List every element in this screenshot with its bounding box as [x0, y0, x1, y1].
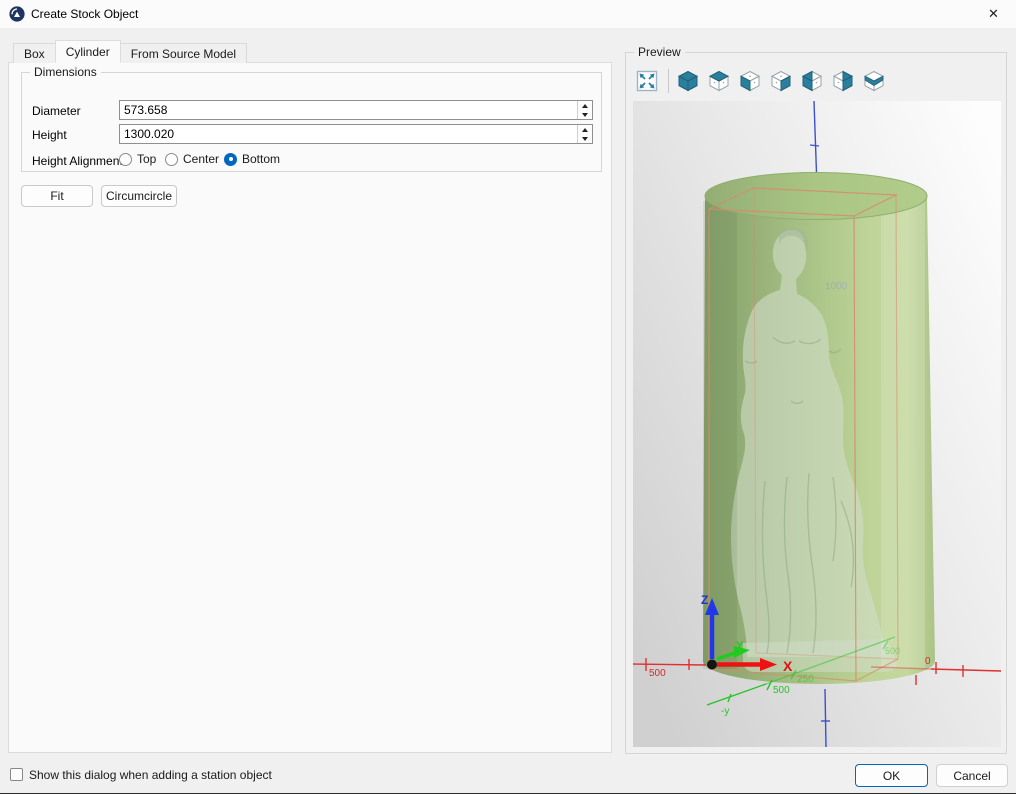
ok-button[interactable]: OK	[855, 764, 928, 787]
down-arrow-icon	[582, 113, 588, 117]
up-arrow-icon	[582, 128, 588, 132]
height-spin-up[interactable]	[578, 125, 592, 134]
app-logo-icon	[9, 6, 25, 22]
alignment-option-center[interactable]: Center	[165, 152, 219, 166]
view-right-icon	[769, 69, 793, 93]
diameter-spin-up[interactable]	[578, 101, 592, 110]
preview-legend: Preview	[634, 45, 685, 59]
height-label: Height	[32, 128, 67, 142]
view-front-icon	[738, 69, 762, 93]
window-title: Create Stock Object	[31, 7, 138, 21]
dimensions-legend: Dimensions	[30, 65, 101, 79]
diameter-spin-buttons	[577, 101, 592, 119]
height-input[interactable]	[120, 125, 577, 143]
view-left-button[interactable]	[800, 69, 824, 93]
view-isometric-icon	[676, 69, 700, 93]
alignment-option-bottom[interactable]: Bottom	[224, 152, 280, 166]
x-zero-label: 0	[925, 656, 931, 667]
view-isometric-button[interactable]	[676, 69, 700, 93]
diameter-spinbox	[119, 100, 593, 120]
show-dialog-checkbox[interactable]	[10, 768, 23, 781]
height-spinbox	[119, 124, 593, 144]
x-axis-label: X	[783, 658, 793, 674]
show-dialog-checkbox-label: Show this dialog when adding a station o…	[29, 768, 272, 782]
toolbar-separator	[668, 69, 669, 93]
z-tick-mid-label: 1000	[825, 281, 848, 292]
cancel-button[interactable]: Cancel	[936, 764, 1008, 787]
radio-top[interactable]	[119, 153, 132, 166]
circumcircle-button[interactable]: Circumcircle	[101, 185, 177, 207]
preview-3d-viewport[interactable]: 1250 1000	[633, 101, 1001, 747]
diameter-spin-down[interactable]	[578, 110, 592, 119]
view-right-button[interactable]	[769, 69, 793, 93]
diameter-label: Diameter	[32, 104, 81, 118]
create-stock-object-dialog: Create Stock Object ✕ Box Cylinder From …	[0, 0, 1016, 794]
y-tick1-label: 500	[773, 685, 790, 696]
cylinder-right-sheen	[881, 201, 925, 669]
view-top-button[interactable]	[707, 69, 731, 93]
view-back-button[interactable]	[831, 69, 855, 93]
radio-center-label: Center	[183, 152, 219, 166]
fit-button[interactable]: Fit	[21, 185, 93, 207]
stock-type-tabs: Box Cylinder From Source Model	[13, 40, 246, 63]
radio-bottom[interactable]	[224, 153, 237, 166]
alignment-option-top[interactable]: Top	[119, 152, 156, 166]
tab-cylinder[interactable]: Cylinder	[55, 40, 121, 63]
view-bottom-icon	[862, 69, 886, 93]
height-spin-down[interactable]	[578, 134, 592, 143]
y-end-label: -y	[721, 706, 729, 717]
tab-box[interactable]: Box	[13, 43, 56, 63]
height-alignment-label: Height Alignment	[32, 154, 123, 168]
view-bottom-button[interactable]	[862, 69, 886, 93]
radio-center[interactable]	[165, 153, 178, 166]
tab-from-source-model[interactable]: From Source Model	[120, 43, 247, 63]
view-left-icon	[800, 69, 824, 93]
fit-view-button[interactable]	[635, 69, 659, 93]
diameter-input[interactable]	[120, 101, 577, 119]
preview-group: Preview	[625, 52, 1007, 754]
radio-bottom-label: Bottom	[242, 152, 280, 166]
y-far-tick-label: 500	[885, 646, 900, 656]
close-button[interactable]: ✕	[971, 0, 1016, 28]
y-axis-label: Y	[736, 640, 744, 652]
titlebar: Create Stock Object ✕	[0, 0, 1016, 28]
fit-view-icon	[635, 69, 659, 93]
up-arrow-icon	[582, 104, 588, 108]
view-toolbar	[635, 68, 893, 94]
view-front-button[interactable]	[738, 69, 762, 93]
view-back-icon	[831, 69, 855, 93]
z-axis-label: Z	[701, 593, 708, 607]
radio-top-label: Top	[137, 152, 156, 166]
view-top-icon	[707, 69, 731, 93]
x-neg-tick-label: 500	[649, 668, 666, 679]
down-arrow-icon	[582, 137, 588, 141]
y-tick2-label: 250	[797, 674, 814, 685]
height-spin-buttons	[577, 125, 592, 143]
dimensions-group: Dimensions Diameter Height Height Alignm…	[21, 72, 602, 172]
cylinder-tab-panel: Dimensions Diameter Height Height Alignm…	[8, 62, 612, 753]
